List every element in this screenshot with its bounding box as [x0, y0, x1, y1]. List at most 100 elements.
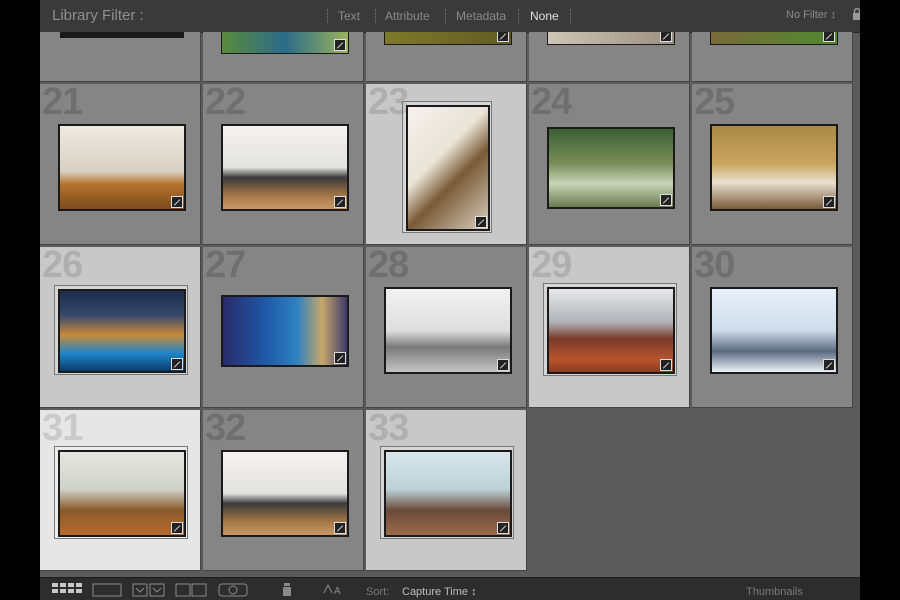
grid-cell[interactable] — [529, 32, 690, 82]
grid-cell-25[interactable]: 25 — [692, 84, 853, 245]
grid-view-icon[interactable] — [52, 583, 82, 597]
photo-image — [60, 452, 184, 535]
photo-image — [549, 289, 673, 372]
filter-none-option[interactable]: None — [530, 9, 559, 23]
photo-image — [223, 452, 347, 535]
thumbnail-photo[interactable] — [547, 32, 675, 45]
library-filter-bar: Library Filter : Text Attribute Metadata… — [40, 0, 860, 33]
people-view-icon[interactable] — [218, 583, 248, 597]
develop-adjustment-icon — [823, 196, 835, 208]
cell-index-number: 28 — [368, 247, 409, 286]
svg-text:A: A — [334, 586, 341, 597]
sort-label: Sort: — [366, 586, 390, 598]
thumbnail-photo[interactable] — [710, 32, 838, 45]
loupe-view-icon[interactable] — [92, 583, 122, 597]
filter-divider — [445, 9, 446, 23]
thumbnail-photo[interactable] — [58, 450, 186, 537]
library-filter-title: Library Filter : — [52, 7, 144, 24]
lock-icon[interactable] — [852, 7, 860, 21]
develop-adjustment-icon — [497, 32, 509, 42]
photo-image — [60, 126, 184, 209]
develop-adjustment-icon — [660, 194, 672, 206]
develop-adjustment-icon — [497, 522, 509, 534]
cell-index-number: 29 — [531, 247, 572, 286]
grid-cell-22[interactable]: 22 — [203, 84, 364, 245]
develop-adjustment-icon — [497, 359, 509, 371]
develop-adjustment-icon — [660, 32, 672, 42]
filter-divider — [518, 9, 519, 23]
thumbnail-photo[interactable] — [547, 127, 675, 209]
thumbnail-photo[interactable] — [221, 32, 349, 54]
grid-cell[interactable] — [366, 32, 527, 82]
thumbnail-photo[interactable] — [710, 287, 838, 374]
grid-cell-26[interactable]: 26 — [40, 247, 201, 408]
thumbnail-photo[interactable] — [58, 124, 186, 211]
grid-cell[interactable] — [692, 32, 853, 82]
develop-adjustment-icon — [334, 352, 346, 364]
thumbnail-photo[interactable] — [547, 287, 675, 374]
cell-index-number: 30 — [694, 247, 735, 286]
sort-direction-icon[interactable]: A — [322, 583, 346, 597]
grid-cell-29[interactable]: 29 — [529, 247, 690, 408]
thumbnail-photo[interactable] — [60, 32, 184, 38]
filter-divider — [375, 9, 376, 23]
library-window: Library Filter : Text Attribute Metadata… — [40, 0, 860, 600]
thumbnail-photo[interactable] — [58, 289, 186, 373]
grid-cell-24[interactable]: 24 — [529, 84, 690, 245]
develop-adjustment-icon — [171, 358, 183, 370]
survey-view-icon[interactable] — [175, 583, 207, 597]
grid-cell[interactable] — [203, 32, 364, 82]
grid-cell[interactable] — [40, 32, 201, 82]
develop-adjustment-icon — [334, 196, 346, 208]
filter-divider — [570, 9, 571, 23]
thumbnail-photo[interactable] — [221, 450, 349, 537]
develop-adjustment-icon — [660, 359, 672, 371]
photo-image — [223, 297, 347, 365]
filter-metadata-option[interactable]: Metadata — [456, 9, 506, 23]
develop-adjustment-icon — [334, 39, 346, 51]
thumbnail-photo[interactable] — [384, 287, 512, 374]
cell-index-number: 32 — [205, 410, 246, 449]
grid-cell-33[interactable]: 33 — [366, 410, 527, 571]
thumbnail-grid: 21 22 23 24 25 26 27 28 29 30 31 32 33 — [40, 32, 860, 577]
filter-divider — [327, 9, 328, 23]
grid-cell-28[interactable]: 28 — [366, 247, 527, 408]
thumbnail-photo[interactable] — [221, 124, 349, 211]
grid-cell-27[interactable]: 27 — [203, 247, 364, 408]
grid-cell-23[interactable]: 23 — [366, 84, 527, 245]
thumbnails-size-label: Thumbnails — [746, 586, 803, 598]
cell-index-number: 25 — [694, 84, 735, 123]
compare-view-icon[interactable] — [132, 583, 166, 597]
cell-index-number: 31 — [42, 410, 83, 449]
photo-image — [60, 291, 184, 371]
photo-image — [223, 126, 347, 209]
grid-cell-21[interactable]: 21 — [40, 84, 201, 245]
photo-image — [408, 107, 488, 229]
thumbnail-photo[interactable] — [384, 450, 512, 537]
painter-icon[interactable] — [280, 583, 294, 597]
thumbnail-photo[interactable] — [406, 105, 490, 231]
sort-criteria-select[interactable]: Capture Time ↕ — [402, 586, 477, 598]
thumbnail-photo[interactable] — [384, 32, 512, 45]
develop-adjustment-icon — [334, 522, 346, 534]
photo-image — [549, 129, 673, 207]
grid-cell-30[interactable]: 30 — [692, 247, 853, 408]
develop-adjustment-icon — [475, 216, 487, 228]
photo-image — [386, 289, 510, 372]
filter-preset-select[interactable]: No Filter ↕ — [786, 9, 836, 21]
grid-cell-32[interactable]: 32 — [203, 410, 364, 571]
develop-adjustment-icon — [823, 32, 835, 42]
photo-image — [712, 289, 836, 372]
filter-attribute-option[interactable]: Attribute — [385, 9, 430, 23]
cell-index-number: 22 — [205, 84, 246, 123]
develop-adjustment-icon — [171, 196, 183, 208]
cell-index-number: 26 — [42, 247, 83, 286]
thumbnail-photo[interactable] — [710, 124, 838, 211]
grid-cell-31[interactable]: 31 — [40, 410, 201, 571]
develop-adjustment-icon — [823, 359, 835, 371]
filter-text-option[interactable]: Text — [338, 9, 360, 23]
photo-image — [712, 126, 836, 209]
library-toolbar: A Sort: Capture Time ↕ Thumbnails — [40, 577, 860, 600]
cell-index-number: 24 — [531, 84, 572, 123]
thumbnail-photo[interactable] — [221, 295, 349, 367]
